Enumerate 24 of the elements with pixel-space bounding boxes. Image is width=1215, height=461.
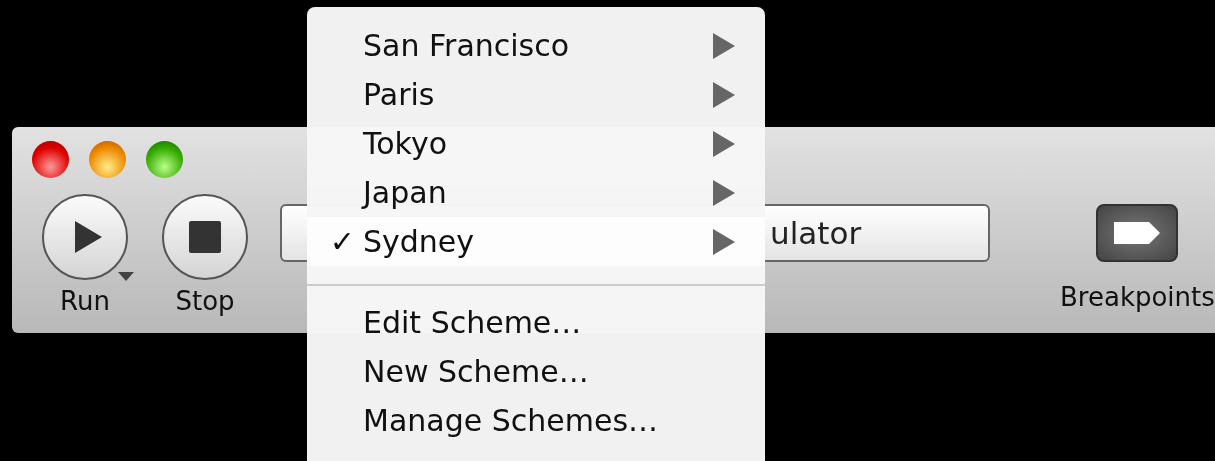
submenu-arrow-icon (713, 179, 735, 206)
scheme-menu-item[interactable]: Tokyo (307, 119, 765, 168)
breakpoints-label: Breakpoints (1060, 282, 1215, 312)
submenu-arrow-icon (713, 228, 735, 255)
check-mark: ✓ (328, 223, 356, 261)
close-icon[interactable] (32, 141, 69, 178)
scheme-menu-item[interactable]: ✓ Sydney (307, 217, 765, 266)
stop-icon (189, 221, 221, 253)
breakpoints-button[interactable] (1096, 204, 1179, 262)
scheme-action-item[interactable]: Edit Scheme… (307, 298, 765, 347)
caret-icon[interactable] (118, 272, 134, 281)
submenu-arrow-icon (713, 81, 735, 108)
scheme-menu-item[interactable]: San Francisco (307, 21, 765, 70)
run-label: Run (60, 286, 110, 316)
submenu-arrow-icon (713, 130, 735, 157)
breakpoint-tag-icon (1113, 221, 1162, 245)
scheme-menu-item[interactable]: Paris (307, 70, 765, 119)
stop-label: Stop (175, 286, 235, 316)
zoom-icon[interactable] (146, 141, 183, 178)
scheme-action-item[interactable]: Manage Schemes… (307, 396, 765, 445)
scheme-menu-item[interactable]: Japan (307, 168, 765, 217)
play-icon (73, 220, 103, 254)
submenu-arrow-icon (713, 32, 735, 59)
scheme-action-item[interactable]: New Scheme… (307, 347, 765, 396)
